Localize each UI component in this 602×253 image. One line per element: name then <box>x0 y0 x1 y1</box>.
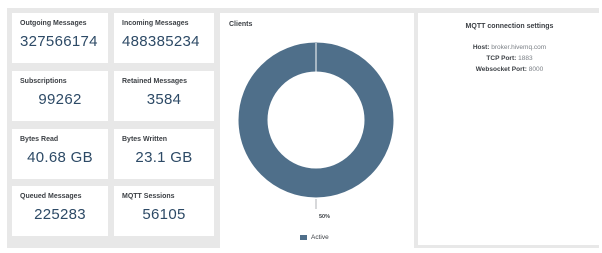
stat-value: 56105 <box>142 206 186 223</box>
mqtt-settings-card: MQTT connection settings Host: broker.hi… <box>418 13 601 245</box>
stat-label: MQTT Sessions <box>122 193 175 200</box>
stat-value: 488385234 <box>122 33 200 50</box>
stat-label: Incoming Messages <box>122 20 189 27</box>
clients-card: Clients 50% Active <box>220 13 414 250</box>
stat-label: Outgoing Messages <box>20 20 87 27</box>
websocket-port-value: 8000 <box>528 66 544 73</box>
stat-value: 23.1 GB <box>135 149 193 166</box>
tcp-port-value: 1883 <box>518 55 533 62</box>
outgoing-messages-card: Outgoing Messages 327566174 <box>12 13 108 63</box>
tcp-port-row: TCP Port: 1883 <box>418 55 601 62</box>
legend-swatch-active[interactable] <box>300 235 307 240</box>
clients-donut-chart <box>238 42 394 209</box>
legend-label-active[interactable]: Active <box>311 234 329 241</box>
stat-label: Bytes Read <box>20 136 59 143</box>
dashboard: Outgoing Messages 327566174 Incoming Mes… <box>7 8 601 250</box>
bytes-read-card: Bytes Read 40.68 GB <box>12 129 108 179</box>
incoming-messages-card: Incoming Messages 488385234 <box>114 13 214 63</box>
stat-value: 99262 <box>38 91 82 108</box>
websocket-port-label: Websocket Port: <box>475 66 527 73</box>
host-label: Host: <box>472 44 490 51</box>
stat-label: Queued Messages <box>20 193 82 200</box>
settings-title: MQTT connection settings <box>465 23 554 30</box>
subscriptions-card: Subscriptions 99262 <box>12 71 108 121</box>
websocket-port-row: Websocket Port: 8000 <box>418 66 601 73</box>
bytes-written-card: Bytes Written 23.1 GB <box>114 129 214 179</box>
slice-percent-label: 50% <box>319 214 331 220</box>
stat-value: 327566174 <box>20 33 98 50</box>
host-value: broker.hivemq.com <box>491 44 547 51</box>
stat-label: Retained Messages <box>122 78 187 85</box>
stat-label: Subscriptions <box>20 78 67 85</box>
stat-value: 40.68 GB <box>27 149 93 166</box>
host-row: Host: broker.hivemq.com <box>418 44 601 51</box>
stat-value: 3584 <box>146 91 182 108</box>
tcp-port-label: TCP Port: <box>486 55 517 62</box>
donut-slice-active[interactable] <box>238 42 394 198</box>
mqtt-sessions-card: MQTT Sessions 56105 <box>114 186 214 236</box>
retained-messages-card: Retained Messages 3584 <box>114 71 214 121</box>
queued-messages-card: Queued Messages 225283 <box>12 186 108 236</box>
stat-value: 225283 <box>34 206 86 223</box>
stat-label: Bytes Written <box>122 136 167 143</box>
